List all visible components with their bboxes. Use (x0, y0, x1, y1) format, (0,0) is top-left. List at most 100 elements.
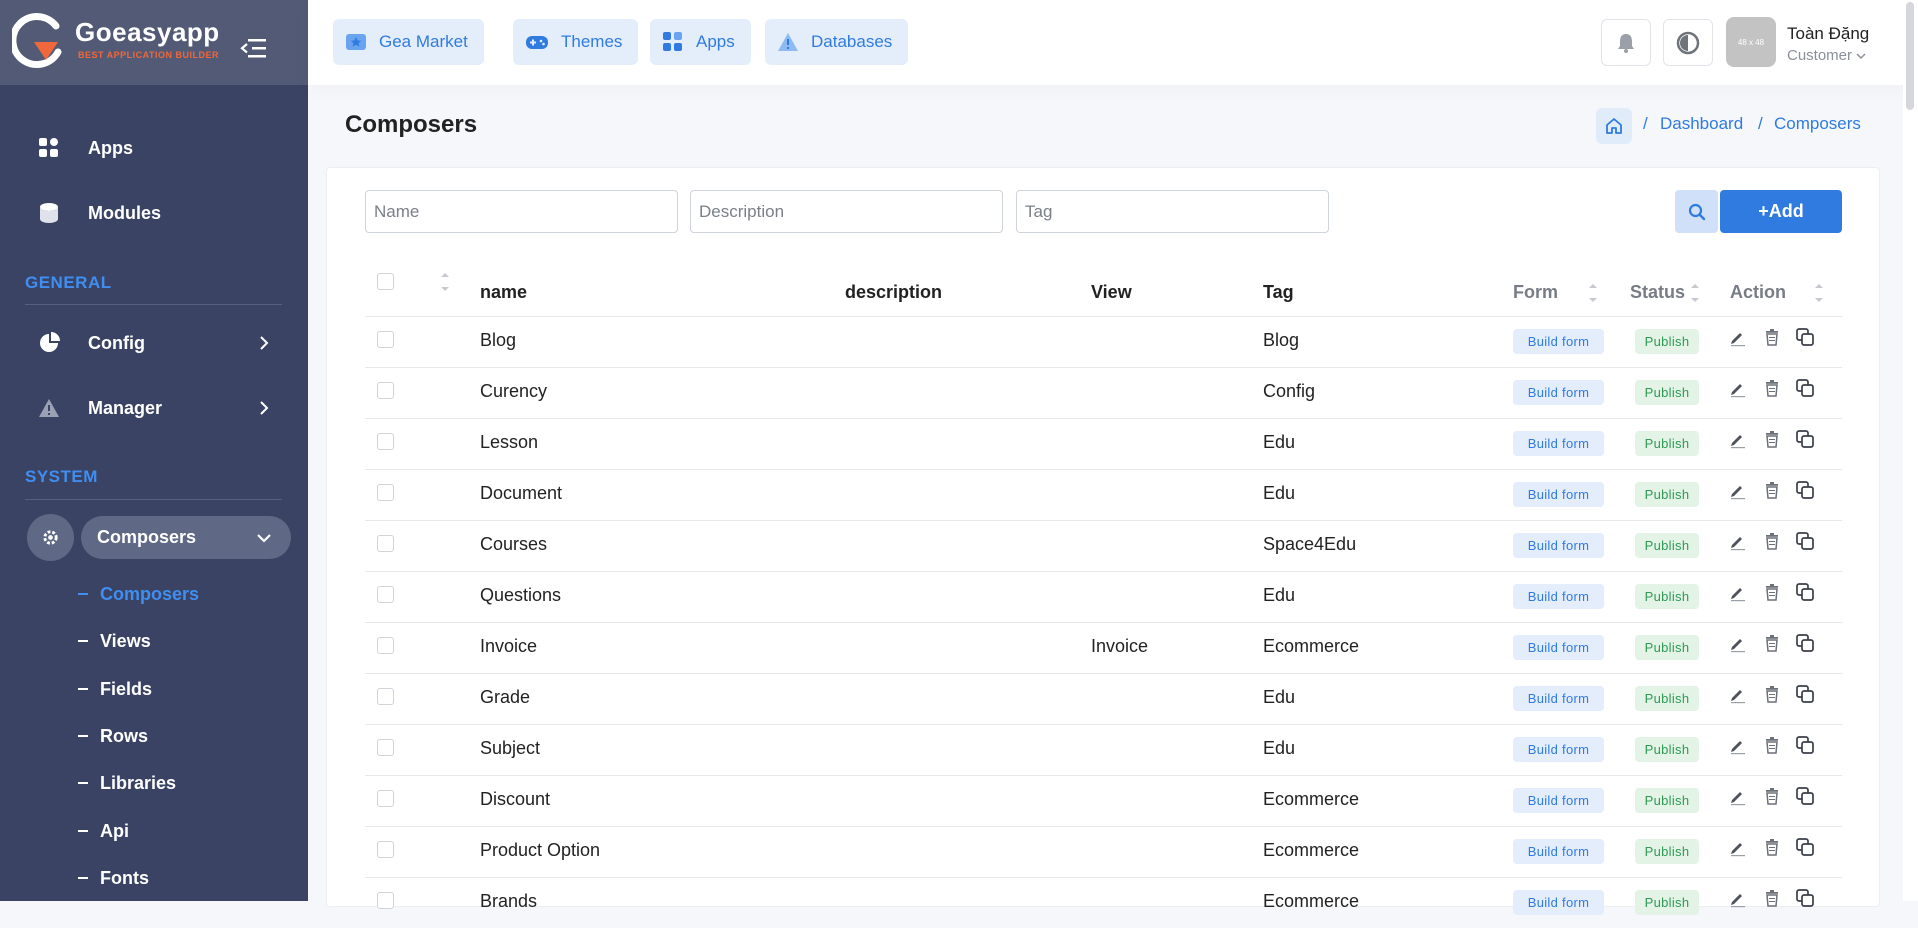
collapse-menu-icon[interactable] (240, 36, 268, 60)
sort-icon[interactable] (1814, 282, 1824, 304)
build-form-button[interactable]: Build form (1513, 737, 1604, 762)
sidebar-item-apps[interactable]: Apps (0, 122, 308, 174)
column-header-tag[interactable]: Tag (1263, 282, 1294, 303)
build-form-button[interactable]: Build form (1513, 329, 1604, 354)
copy-icon[interactable] (1795, 633, 1815, 653)
breadcrumb-home[interactable] (1596, 108, 1632, 144)
copy-icon[interactable] (1795, 684, 1815, 704)
page-scrollbar[interactable] (1903, 0, 1918, 901)
tag-filter-input[interactable] (1016, 190, 1329, 233)
sidebar-item-modules[interactable]: Modules (0, 187, 308, 239)
edit-icon[interactable] (1728, 837, 1748, 857)
breadcrumb-composers[interactable]: Composers (1774, 114, 1861, 134)
gea-market-button[interactable]: Gea Market (333, 19, 484, 65)
row-checkbox[interactable] (377, 688, 394, 705)
select-all-checkbox[interactable] (377, 273, 394, 290)
sidebar-subitem-fonts[interactable]: Fonts (78, 863, 149, 893)
copy-icon[interactable] (1795, 327, 1815, 347)
edit-icon[interactable] (1728, 327, 1748, 347)
breadcrumb-dashboard[interactable]: Dashboard (1660, 114, 1743, 134)
build-form-button[interactable]: Build form (1513, 584, 1604, 609)
build-form-button[interactable]: Build form (1513, 635, 1604, 660)
sidebar-item-config[interactable]: Config (0, 317, 308, 369)
copy-icon[interactable] (1795, 429, 1815, 449)
row-checkbox[interactable] (377, 586, 394, 603)
build-form-button[interactable]: Build form (1513, 482, 1604, 507)
build-form-button[interactable]: Build form (1513, 431, 1604, 456)
trash-icon[interactable] (1762, 735, 1782, 755)
sidebar-group-composers[interactable]: Composers (27, 514, 291, 561)
trash-icon[interactable] (1762, 327, 1782, 347)
build-form-button[interactable]: Build form (1513, 686, 1604, 711)
trash-icon[interactable] (1762, 378, 1782, 398)
edit-icon[interactable] (1728, 378, 1748, 398)
row-checkbox[interactable] (377, 535, 394, 552)
themes-button[interactable]: Themes (513, 19, 639, 65)
edit-icon[interactable] (1728, 582, 1748, 602)
edit-icon[interactable] (1728, 633, 1748, 653)
edit-icon[interactable] (1728, 786, 1748, 806)
sidebar-item-manager[interactable]: Manager (0, 382, 308, 434)
build-form-button[interactable]: Build form (1513, 380, 1604, 405)
sidebar-subitem-libraries[interactable]: Libraries (78, 768, 176, 798)
copy-icon[interactable] (1795, 582, 1815, 602)
column-header-description[interactable]: description (845, 282, 942, 303)
user-role-dropdown[interactable]: Customer (1787, 47, 1866, 64)
theme-toggle-button[interactable] (1663, 19, 1713, 66)
edit-icon[interactable] (1728, 735, 1748, 755)
trash-icon[interactable] (1762, 837, 1782, 857)
row-checkbox[interactable] (377, 637, 394, 654)
build-form-button[interactable]: Build form (1513, 533, 1604, 558)
notifications-button[interactable] (1601, 19, 1651, 66)
edit-icon[interactable] (1728, 480, 1748, 500)
sidebar-subitem-api[interactable]: Api (78, 816, 129, 846)
description-filter-input[interactable] (690, 190, 1003, 233)
edit-icon[interactable] (1728, 888, 1748, 908)
copy-icon[interactable] (1795, 786, 1815, 806)
column-header-form[interactable]: Form (1513, 282, 1558, 303)
trash-icon[interactable] (1762, 888, 1782, 908)
trash-icon[interactable] (1762, 429, 1782, 449)
trash-icon[interactable] (1762, 633, 1782, 653)
add-button[interactable]: +Add (1720, 190, 1842, 233)
sort-icon[interactable] (1690, 282, 1700, 304)
sidebar-subitem-fields[interactable]: Fields (78, 674, 152, 704)
sidebar-subitem-views[interactable]: Views (78, 626, 151, 656)
build-form-button[interactable]: Build form (1513, 788, 1604, 813)
column-header-action[interactable]: Action (1730, 282, 1786, 303)
trash-icon[interactable] (1762, 582, 1782, 602)
trash-icon[interactable] (1762, 786, 1782, 806)
scrollbar-thumb[interactable] (1906, 2, 1914, 110)
copy-icon[interactable] (1795, 735, 1815, 755)
trash-icon[interactable] (1762, 684, 1782, 704)
sidebar-subitem-rows[interactable]: Rows (78, 721, 148, 751)
sort-icon[interactable] (440, 271, 450, 293)
sidebar-subitem-composers[interactable]: Composers (78, 579, 199, 609)
copy-icon[interactable] (1795, 888, 1815, 908)
column-header-status[interactable]: Status (1630, 282, 1685, 303)
column-header-name[interactable]: name (480, 282, 527, 303)
databases-button[interactable]: Databases (765, 19, 909, 65)
edit-icon[interactable] (1728, 684, 1748, 704)
trash-icon[interactable] (1762, 480, 1782, 500)
row-checkbox[interactable] (377, 331, 394, 348)
build-form-button[interactable]: Build form (1513, 890, 1604, 915)
sort-icon[interactable] (1588, 282, 1598, 304)
row-checkbox[interactable] (377, 382, 394, 399)
column-header-view[interactable]: View (1091, 282, 1132, 303)
copy-icon[interactable] (1795, 837, 1815, 857)
copy-icon[interactable] (1795, 378, 1815, 398)
build-form-button[interactable]: Build form (1513, 839, 1604, 864)
row-checkbox[interactable] (377, 841, 394, 858)
row-checkbox[interactable] (377, 484, 394, 501)
row-checkbox[interactable] (377, 790, 394, 807)
row-checkbox[interactable] (377, 739, 394, 756)
name-filter-input[interactable] (365, 190, 678, 233)
edit-icon[interactable] (1728, 429, 1748, 449)
apps-button[interactable]: Apps (650, 19, 751, 65)
trash-icon[interactable] (1762, 531, 1782, 551)
sidebar-item-composers-toggle[interactable]: Composers (81, 516, 291, 559)
edit-icon[interactable] (1728, 531, 1748, 551)
row-checkbox[interactable] (377, 433, 394, 450)
copy-icon[interactable] (1795, 531, 1815, 551)
